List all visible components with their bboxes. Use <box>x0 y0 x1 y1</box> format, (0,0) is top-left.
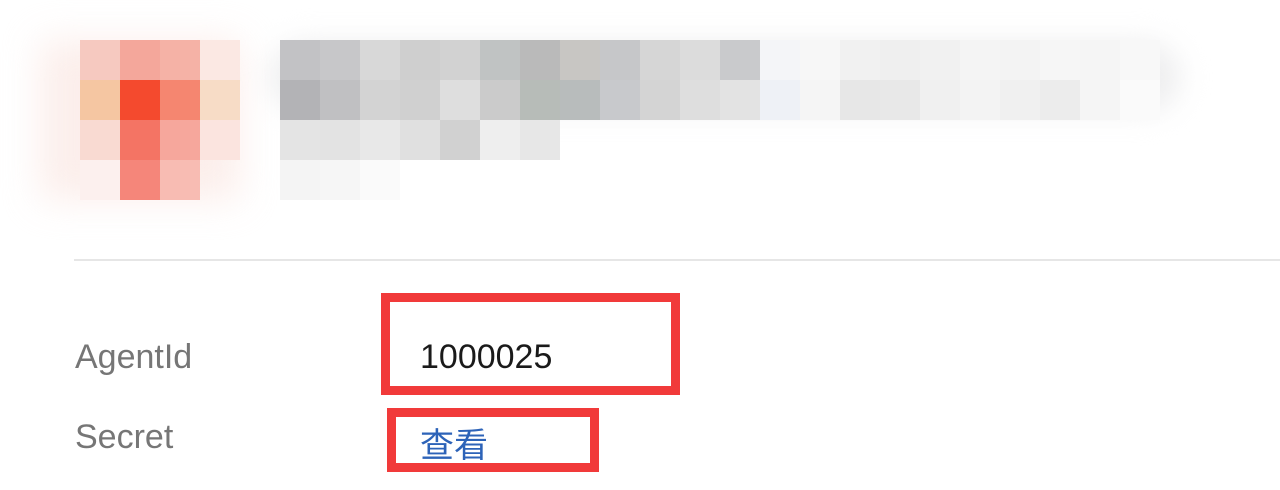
section-divider <box>74 259 1280 261</box>
app-logo-icon <box>40 40 240 200</box>
secret-highlight-box <box>387 408 599 472</box>
secret-label: Secret <box>75 418 174 456</box>
agentid-highlight-box <box>381 293 680 395</box>
app-name-obscured <box>260 36 1190 200</box>
app-header <box>0 0 1280 230</box>
agentid-label: AgentId <box>75 338 193 376</box>
